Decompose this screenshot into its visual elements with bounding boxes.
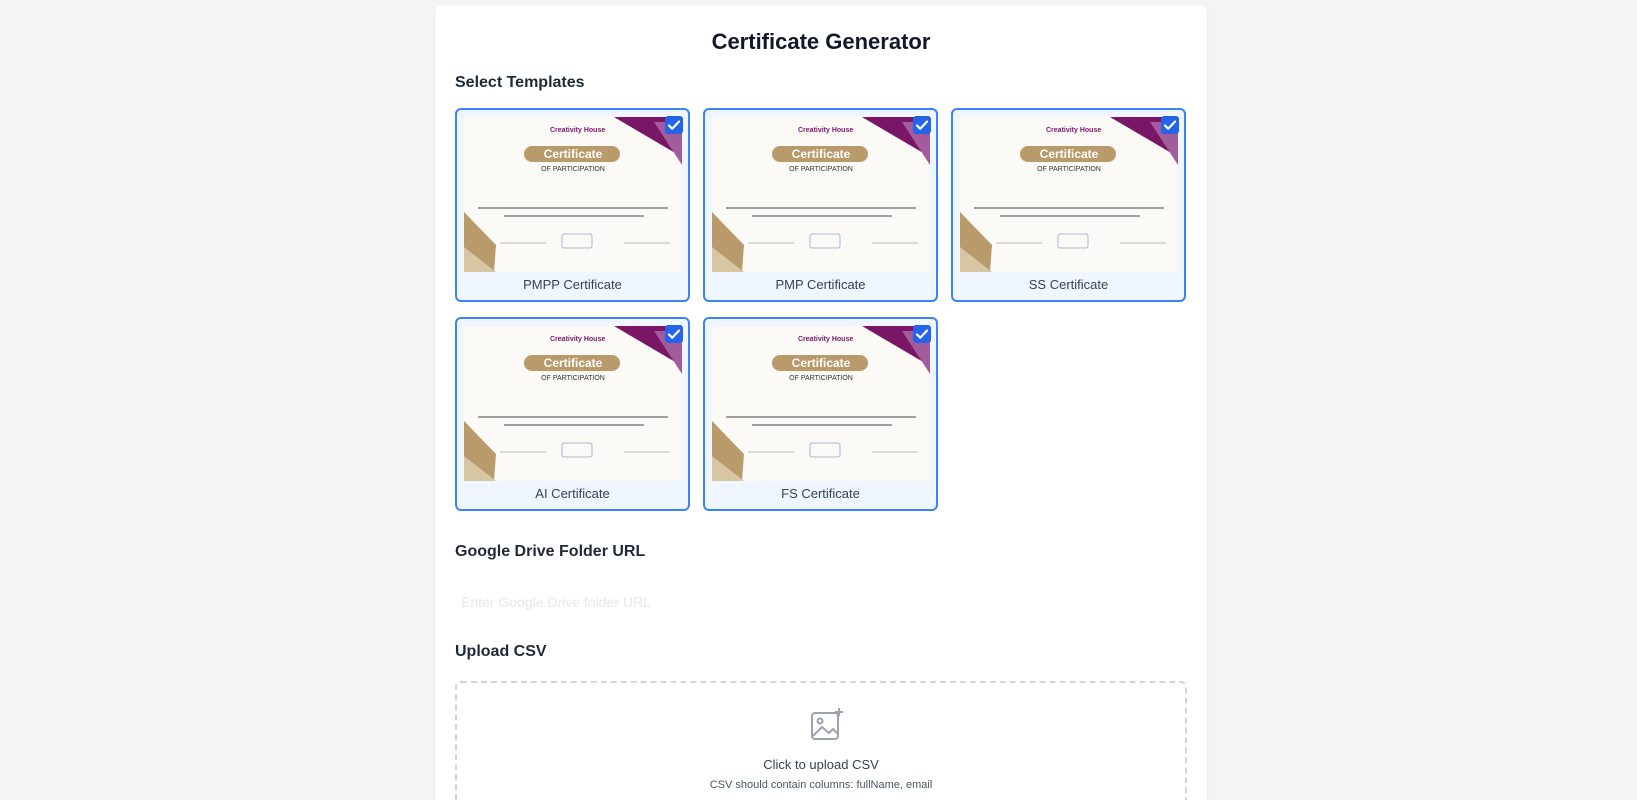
- thumbnail-subtitle: OF PARTICIPATION: [541, 166, 605, 173]
- thumbnail-subtitle: OF PARTICIPATION: [789, 166, 853, 173]
- upload-label: Click to upload CSV: [763, 757, 879, 772]
- template-card-ai[interactable]: Creativity House Certificate OF PARTICIP…: [455, 317, 690, 511]
- template-label: FS Certificate: [781, 486, 860, 501]
- template-label: PMP Certificate: [775, 277, 866, 292]
- csv-dropzone[interactable]: Click to upload CSV CSV should contain c…: [455, 681, 1187, 800]
- templates-heading: Select Templates: [455, 74, 585, 91]
- template-card-pmpp[interactable]: Creativity House Certificate OF PARTICIP…: [455, 108, 690, 302]
- generator-card: Certificate Generator Select Templates C…: [435, 5, 1207, 800]
- thumbnail-brand: Creativity House: [798, 127, 854, 134]
- template-card-fs[interactable]: Creativity House Certificate OF PARTICIP…: [703, 317, 938, 511]
- template-label: SS Certificate: [1028, 277, 1109, 292]
- page-title: Certificate Generator: [711, 29, 931, 54]
- template-card-pmp[interactable]: Creativity House Certificate OF PARTICIP…: [703, 108, 938, 302]
- check-icon: [667, 120, 681, 130]
- upload-csv-heading: Upload CSV: [455, 643, 547, 660]
- template-label: AI Certificate: [535, 486, 610, 501]
- thumbnail-banner: Certificate: [543, 147, 603, 161]
- image-add-icon: [811, 708, 843, 740]
- selected-checkbox[interactable]: [665, 325, 683, 343]
- thumbnail-brand: Creativity House: [550, 127, 606, 134]
- thumbnail-subtitle: OF PARTICIPATION: [541, 375, 605, 382]
- drive-url-input[interactable]: [455, 585, 1187, 619]
- thumbnail-brand: Creativity House: [1046, 127, 1102, 134]
- thumbnail-brand: Creativity House: [798, 336, 854, 343]
- thumbnail-banner: Certificate: [791, 356, 851, 370]
- template-label: PMPP Certificate: [523, 277, 622, 292]
- check-icon: [915, 329, 929, 339]
- certificate-thumbnail: Creativity House Certificate OF PARTICIP…: [464, 326, 682, 481]
- thumbnail-brand: Creativity House: [550, 336, 606, 343]
- upload-hint: CSV should contain columns: fullName, em…: [709, 779, 933, 791]
- thumbnail-subtitle: OF PARTICIPATION: [1037, 166, 1101, 173]
- thumbnail-banner: Certificate: [791, 147, 851, 161]
- check-icon: [1163, 120, 1177, 130]
- check-icon: [915, 120, 929, 130]
- thumbnail-banner: Certificate: [543, 356, 603, 370]
- template-card-ss[interactable]: Creativity House Certificate OF PARTICIP…: [951, 108, 1186, 302]
- drive-url-heading: Google Drive Folder URL: [455, 543, 646, 560]
- selected-checkbox[interactable]: [1161, 116, 1179, 134]
- selected-checkbox[interactable]: [665, 116, 683, 134]
- certificate-thumbnail: Creativity House Certificate OF PARTICIP…: [960, 117, 1178, 272]
- selected-checkbox[interactable]: [913, 116, 931, 134]
- certificate-thumbnail: Creativity House Certificate OF PARTICIP…: [712, 326, 930, 481]
- selected-checkbox[interactable]: [913, 325, 931, 343]
- thumbnail-banner: Certificate: [1039, 147, 1099, 161]
- certificate-thumbnail: Creativity House Certificate OF PARTICIP…: [464, 117, 682, 272]
- check-icon: [667, 329, 681, 339]
- certificate-thumbnail: Creativity House Certificate OF PARTICIP…: [712, 117, 930, 272]
- thumbnail-subtitle: OF PARTICIPATION: [789, 375, 853, 382]
